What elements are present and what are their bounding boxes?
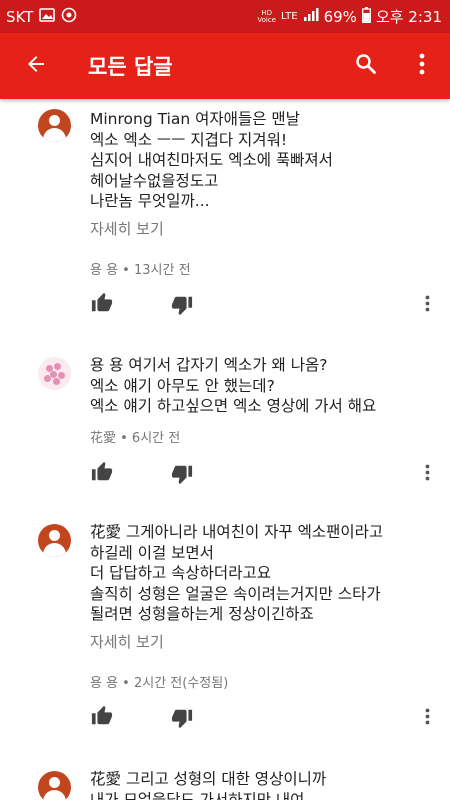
dislike-button[interactable] xyxy=(168,706,196,734)
status-left: SKT xyxy=(6,7,77,27)
gallery-icon xyxy=(39,7,56,26)
clock: 오후 2:31 xyxy=(375,8,442,26)
lte-label: LTE xyxy=(280,11,298,22)
reply-menu-button[interactable] xyxy=(416,460,438,488)
reply-menu-button[interactable] xyxy=(416,704,438,732)
reply-item: Minrong Tian 여자애들은 맨날 엑소 엑소 ㅡㅡ 지겹다 지겨워! … xyxy=(0,99,450,339)
reply-body: 용 용 여기서 갑자기 엑소가 왜 나옴? 엑소 얘기 아무도 안 했는데? 엑… xyxy=(90,355,430,417)
avatar-body-shape xyxy=(43,543,66,557)
thumb-down-icon xyxy=(171,707,193,733)
reply-item: 花愛 그리고 성형의 대한 영상이니까 내가 모얼을닦도 가서하지만 내여 xyxy=(0,761,450,800)
reply-actions xyxy=(0,460,450,490)
app-bar-actions xyxy=(338,33,450,99)
carrier-label: SKT xyxy=(6,7,34,26)
dislike-button[interactable] xyxy=(168,462,196,490)
arrow-back-icon xyxy=(24,52,48,80)
thumb-down-icon xyxy=(171,463,193,489)
reply-author[interactable]: 용 용 xyxy=(90,356,123,374)
avatar[interactable] xyxy=(38,357,71,390)
thumb-up-icon xyxy=(91,705,113,731)
avatar-petal-shape xyxy=(53,378,60,385)
reply-actions xyxy=(0,704,450,734)
reply-text: 여기서 갑자기 엑소가 왜 나옴? 엑소 얘기 아무도 안 했는데? 엑소 얘기… xyxy=(90,356,377,415)
thumb-up-icon xyxy=(91,461,113,487)
search-button[interactable] xyxy=(338,33,394,99)
reply-item: 花愛 그게아니라 내여친이 자꾸 엑소팬이라고 하길레 이걸 보면서 더 답답하… xyxy=(0,514,450,759)
like-button[interactable] xyxy=(88,460,116,488)
battery-icon xyxy=(361,6,371,27)
reply-body: Minrong Tian 여자애들은 맨날 엑소 엑소 ㅡㅡ 지겹다 지겨워! … xyxy=(90,109,430,212)
reply-meta: 용 용 • 13시간 전 xyxy=(90,263,191,278)
hd-voice-label: HD Voice xyxy=(257,9,276,24)
read-more-link[interactable]: 자세히 보기 xyxy=(90,218,164,239)
battery-percent: 69% xyxy=(323,7,357,26)
reply-text: 그리고 성형의 대한 영상이니까 내가 모얼을닦도 가서하지만 내여 xyxy=(90,770,327,800)
avatar-petal-shape xyxy=(50,371,57,378)
avatar-head-shape xyxy=(49,530,60,541)
app-bar: 모든 답글 xyxy=(0,33,450,99)
more-vert-icon xyxy=(425,708,430,729)
avatar-petal-shape xyxy=(44,375,51,382)
avatar-body-shape xyxy=(43,128,66,142)
reply-body: 花愛 그리고 성형의 대한 영상이니까 내가 모얼을닦도 가서하지만 내여 xyxy=(90,769,430,800)
back-button[interactable] xyxy=(0,33,72,99)
overflow-menu-button[interactable] xyxy=(394,33,450,99)
avatar-petal-shape xyxy=(54,363,61,370)
reply-menu-button[interactable] xyxy=(416,291,438,319)
status-right: HD Voice LTE 69% 오후 2:31 xyxy=(257,6,442,27)
like-button[interactable] xyxy=(88,704,116,732)
more-vert-icon xyxy=(425,464,430,485)
thumb-up-icon xyxy=(91,292,113,318)
avatar-body-shape xyxy=(43,790,66,800)
signal-icon xyxy=(303,7,319,26)
reply-text: 그게아니라 내여친이 자꾸 엑소팬이라고 하길레 이걸 보면서 더 답답하고 속… xyxy=(90,523,384,623)
reply-author[interactable]: Minrong Tian xyxy=(90,110,190,128)
avatar-head-shape xyxy=(49,115,60,126)
avatar[interactable] xyxy=(38,524,71,557)
status-bar: SKT HD Voice LTE 69% 오후 2:31 xyxy=(0,0,450,33)
voice-label: Voice xyxy=(257,15,276,24)
like-button[interactable] xyxy=(88,291,116,319)
more-vert-icon xyxy=(419,53,425,79)
reply-item: 용 용 여기서 갑자기 엑소가 왜 나옴? 엑소 얘기 아무도 안 했는데? 엑… xyxy=(0,347,450,502)
avatar[interactable] xyxy=(38,109,71,142)
reply-body: 花愛 그게아니라 내여친이 자꾸 엑소팬이라고 하길레 이걸 보면서 더 답답하… xyxy=(90,522,430,625)
thumb-down-icon xyxy=(171,294,193,320)
reply-list[interactable]: Minrong Tian 여자애들은 맨날 엑소 엑소 ㅡㅡ 지겹다 지겨워! … xyxy=(0,99,450,800)
page-title: 모든 답글 xyxy=(88,55,173,79)
search-icon xyxy=(354,52,378,80)
more-vert-icon xyxy=(425,295,430,316)
reply-actions xyxy=(0,291,450,321)
dislike-button[interactable] xyxy=(168,293,196,321)
read-more-link[interactable]: 자세히 보기 xyxy=(90,631,164,652)
reply-meta: 花愛 • 6시간 전 xyxy=(90,431,181,446)
avatar-head-shape xyxy=(49,777,60,788)
reply-author[interactable]: 花愛 xyxy=(90,770,121,788)
reply-author[interactable]: 花愛 xyxy=(90,523,121,541)
avatar[interactable] xyxy=(38,771,71,800)
reply-meta: 용 용 • 2시간 전(수정됨) xyxy=(90,676,229,691)
avatar-petal-shape xyxy=(58,372,65,379)
sync-icon xyxy=(61,7,77,27)
